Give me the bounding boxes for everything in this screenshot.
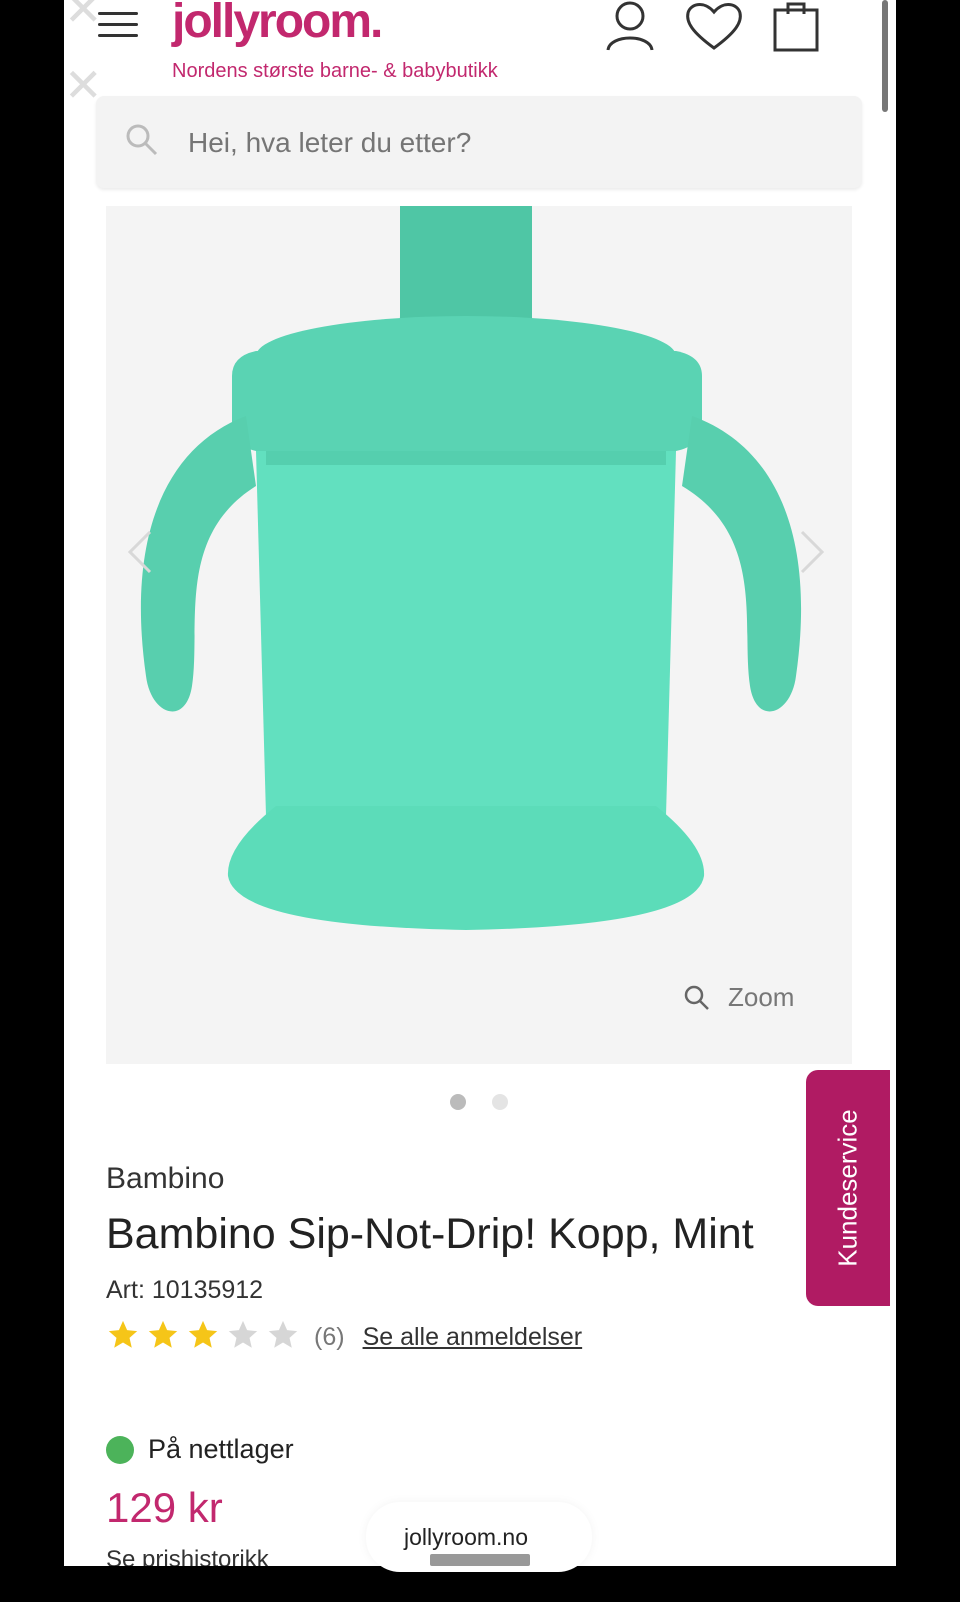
heart-icon[interactable] [684, 0, 744, 52]
star-filled-icon [148, 1320, 178, 1348]
cart-icon[interactable] [772, 0, 820, 54]
search-bar[interactable] [96, 96, 862, 188]
jollyroom-logo[interactable]: jollyroom. [172, 0, 383, 49]
review-count: (6) [314, 1323, 345, 1351]
star-empty-icon [268, 1320, 298, 1348]
product-image[interactable] [106, 206, 852, 1064]
article-label: Art: [106, 1276, 145, 1304]
tagline: Nordens største barne- & babybutikk [172, 60, 498, 82]
menu-icon[interactable] [98, 12, 138, 40]
search-input[interactable] [186, 126, 810, 160]
close-icon[interactable]: ✕ [64, 0, 103, 32]
carousel-dots [450, 1094, 508, 1110]
sippy-cup-image [127, 206, 825, 930]
product-title: Bambino Sip-Not-Drip! Kopp, Mint [106, 1210, 754, 1258]
star-filled-icon [108, 1320, 138, 1348]
carousel-dot[interactable] [492, 1094, 508, 1110]
account-icon[interactable] [604, 0, 656, 52]
product-price: 129 kr [106, 1484, 223, 1531]
in-stock-indicator [106, 1435, 134, 1464]
stock-status-label: På nettlager [148, 1434, 294, 1464]
browser-url[interactable]: jollyroom.no [404, 1524, 528, 1551]
product-brand[interactable]: Bambino [106, 1162, 224, 1196]
star-empty-icon [228, 1320, 258, 1348]
star-filled-icon [188, 1320, 218, 1348]
home-indicator[interactable] [430, 1554, 530, 1566]
scrollbar[interactable] [882, 0, 888, 112]
zoom-button[interactable]: Zoom [684, 982, 794, 1013]
price-history-link[interactable]: Se prishistorikk [106, 1546, 269, 1566]
customer-service-tab[interactable]: Kundeservice [806, 1070, 890, 1306]
stock-status: På nettlager [106, 1434, 294, 1465]
search-icon [126, 124, 158, 156]
carousel-dot-active[interactable] [450, 1094, 466, 1110]
zoom-label: Zoom [728, 982, 795, 1012]
see-all-reviews-link[interactable]: Se alle anmeldelser [363, 1323, 583, 1352]
customer-service-label: Kundeservice [832, 1109, 863, 1267]
zoom-icon [684, 985, 709, 1010]
product-page: ✕ ✕ jollyroom. Nordens største barne- & … [64, 0, 896, 1566]
product-rating[interactable]: (6) Se alle anmeldelser [106, 1318, 582, 1357]
article-value: 10135912 [151, 1276, 264, 1304]
rating-stars [106, 1318, 306, 1357]
article-number: Art: 10135912 [106, 1276, 263, 1305]
